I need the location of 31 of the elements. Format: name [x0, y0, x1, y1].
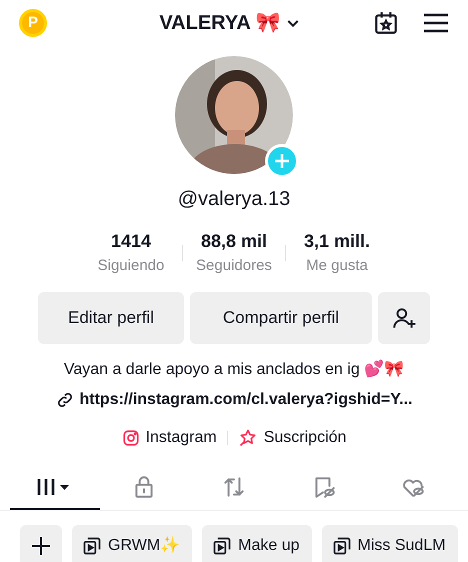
social-label: Instagram: [146, 428, 217, 448]
playlist-chip[interactable]: Make up: [202, 524, 312, 562]
link-icon: [56, 390, 74, 409]
plus-icon: [31, 536, 51, 556]
calendar-star-icon[interactable]: [373, 10, 399, 36]
stat-value: 3,1 mill.: [304, 230, 370, 254]
playlist-chip[interactable]: Miss SudLM: [322, 524, 458, 562]
playlist-chip[interactable]: GRWM✨: [72, 524, 192, 562]
profile-button[interactable]: Editar perfil: [38, 292, 184, 344]
add-playlist-button[interactable]: [20, 524, 62, 562]
profile-link[interactable]: https://instagram.com/cl.valerya?igshid=Y...: [80, 388, 412, 412]
plus-icon: [274, 153, 290, 170]
playlist-icon: [82, 536, 102, 556]
stat-label: Seguidores: [196, 256, 272, 276]
add-friend-button[interactable]: [378, 292, 430, 344]
profile-button[interactable]: Compartir perfil: [190, 292, 372, 344]
social-link[interactable]: Suscripción: [238, 426, 346, 450]
social-label: Suscripción: [264, 428, 346, 448]
star-rocket-icon: [238, 428, 258, 448]
menu-icon[interactable]: [423, 12, 449, 34]
playlist-icon: [332, 536, 352, 556]
profile-handle: @valerya.13: [178, 187, 290, 212]
bio-text: Vayan a darle apoyo a mis anclados en ig 💕🎀: [64, 358, 404, 380]
social-link[interactable]: Instagram: [122, 426, 217, 450]
stat-label: Me gusta: [306, 256, 368, 276]
playlist-icon: [212, 536, 232, 556]
stat-label: Siguiendo: [98, 256, 164, 276]
stat-value: 1414: [110, 230, 152, 254]
username-title[interactable]: VALERYA 🎀: [159, 8, 281, 38]
stat-value: 88,8 mil: [200, 230, 268, 254]
instagram-icon: [122, 428, 140, 447]
